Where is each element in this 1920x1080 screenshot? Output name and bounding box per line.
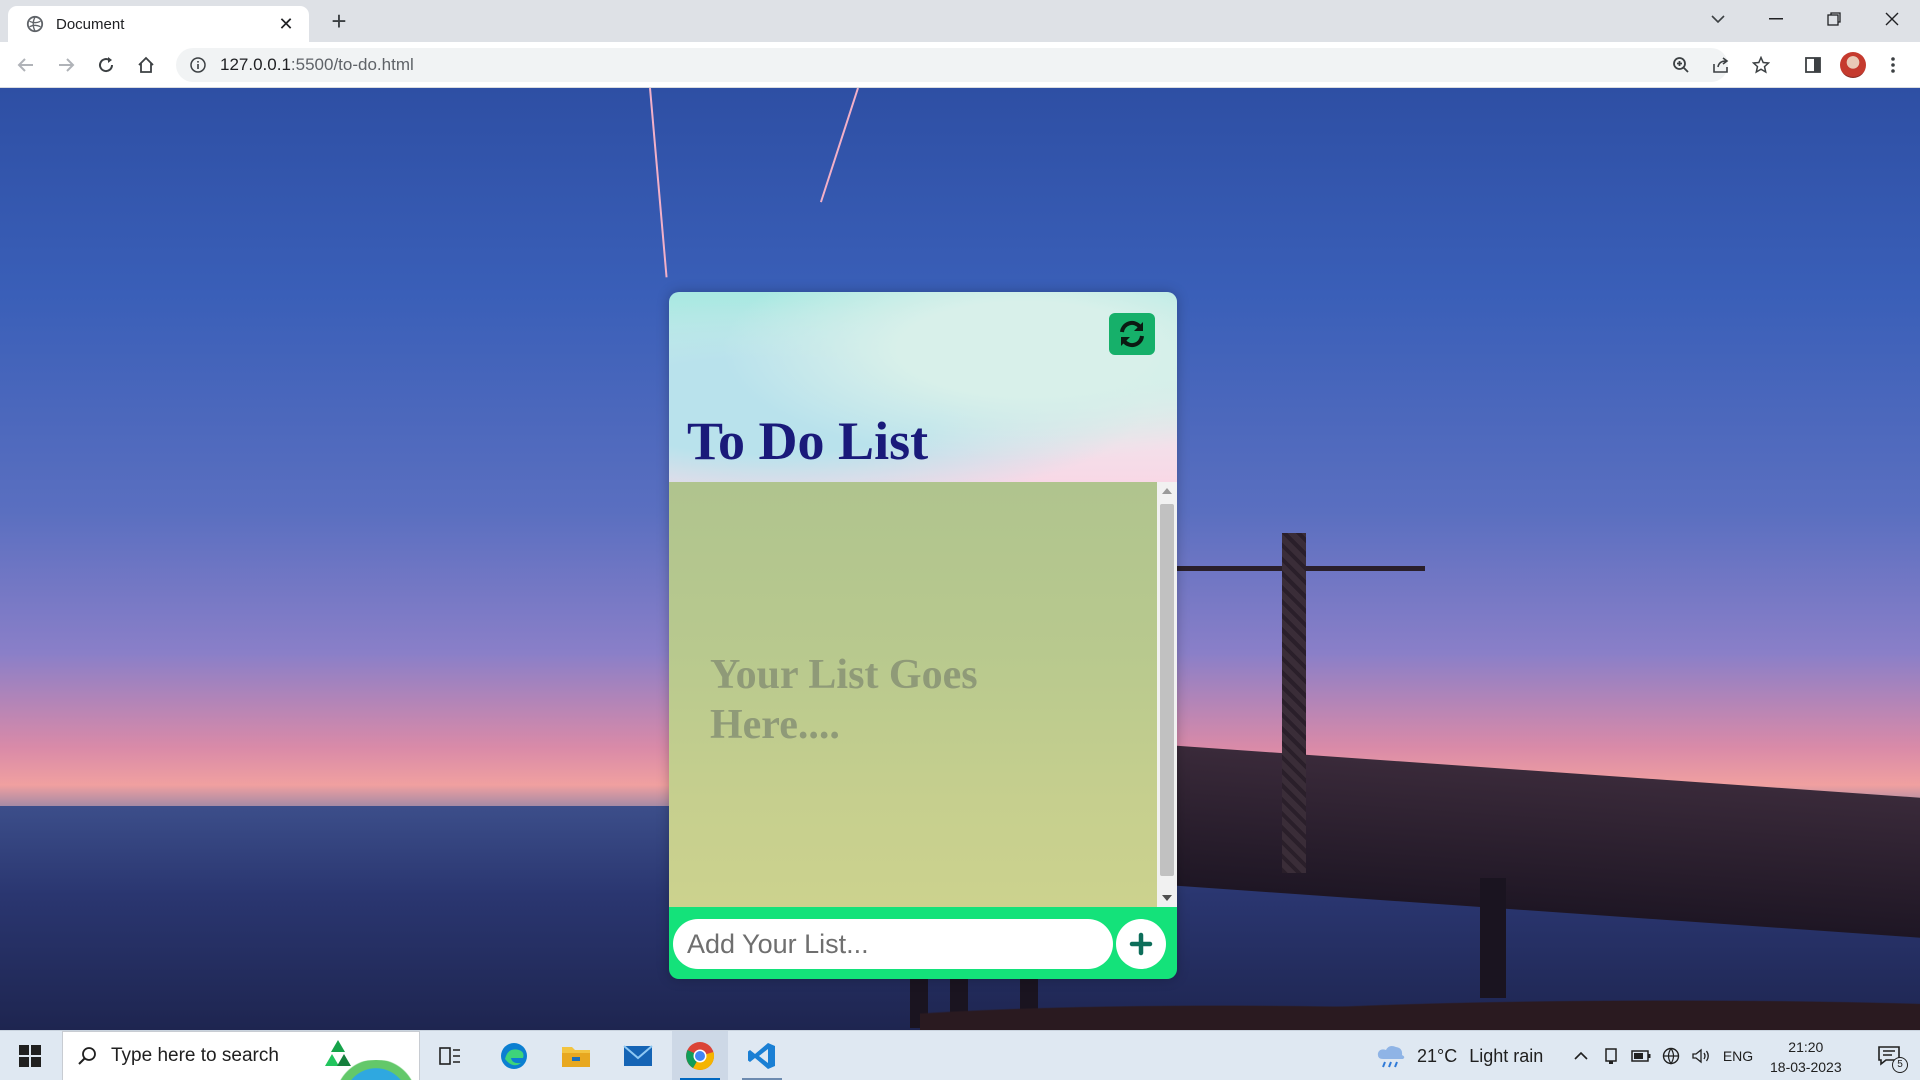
file-explorer-icon[interactable] xyxy=(552,1031,600,1080)
task-view-icon[interactable] xyxy=(428,1031,472,1080)
globe-icon xyxy=(26,15,44,33)
mail-icon[interactable] xyxy=(614,1031,662,1080)
bookmark-star-icon[interactable] xyxy=(1750,54,1772,76)
vscode-icon xyxy=(748,1043,775,1069)
url-text: 127.0.0.1:5500/to-do.html xyxy=(220,55,414,75)
url-host: 127.0.0.1 xyxy=(220,55,291,74)
scroll-down-arrow-icon[interactable] xyxy=(1162,895,1172,901)
taskbar: Type here to search 21°C Light rain ENG … xyxy=(0,1030,1920,1080)
close-window-button[interactable] xyxy=(1864,0,1920,38)
zoom-icon[interactable] xyxy=(1670,54,1692,76)
minimize-button[interactable] xyxy=(1748,0,1804,38)
page-title: To Do List xyxy=(687,411,929,471)
vscode-taskbar-button[interactable] xyxy=(734,1031,790,1080)
site-info-icon[interactable] xyxy=(190,57,206,73)
notification-badge: 5 xyxy=(1892,1057,1908,1073)
url-path: :5500/to-do.html xyxy=(290,55,414,74)
todo-card: To Do List Your List Goes Here.... xyxy=(669,292,1177,979)
rain-cloud-icon xyxy=(1377,1046,1405,1068)
address-bar[interactable]: 127.0.0.1:5500/to-do.html xyxy=(176,48,1728,82)
notification-center-button[interactable]: 5 xyxy=(1864,1031,1914,1080)
todo-list-area[interactable]: Your List Goes Here.... xyxy=(669,482,1177,907)
search-icon xyxy=(78,1047,96,1065)
device-icon[interactable] xyxy=(1598,1031,1624,1080)
add-item-input[interactable] xyxy=(673,919,1113,969)
contrail-decoration xyxy=(819,88,859,203)
clock-date: 18-03-2023 xyxy=(1770,1059,1842,1075)
network-globe-icon[interactable] xyxy=(1658,1031,1684,1080)
contrail-decoration xyxy=(649,88,668,278)
scroll-up-arrow-icon[interactable] xyxy=(1162,488,1172,494)
weather-temp: 21°C xyxy=(1417,1045,1458,1066)
refresh-button[interactable] xyxy=(1109,313,1155,355)
profile-avatar[interactable] xyxy=(1840,52,1866,78)
search-placeholder: Type here to search xyxy=(111,1045,279,1066)
back-arrow-icon[interactable] xyxy=(12,51,40,79)
share-icon[interactable] xyxy=(1710,54,1732,76)
list-scrollbar[interactable] xyxy=(1157,482,1177,907)
restore-button[interactable] xyxy=(1806,0,1862,38)
todo-header: To Do List xyxy=(669,292,1177,482)
taskbar-search[interactable]: Type here to search xyxy=(62,1031,420,1080)
add-item-bar xyxy=(669,907,1177,979)
browser-tabstrip: Document ✕ + xyxy=(0,0,1920,42)
home-icon[interactable] xyxy=(132,51,160,79)
tab-title: Document xyxy=(56,15,125,33)
side-panel-icon[interactable] xyxy=(1800,52,1826,78)
pier-leg xyxy=(1480,878,1506,998)
rocks-foreground xyxy=(920,988,1920,1030)
tray-chevron-up-icon[interactable] xyxy=(1568,1031,1594,1080)
battery-icon[interactable] xyxy=(1628,1031,1654,1080)
weather-desc: Light rain xyxy=(1469,1045,1544,1066)
tab-close-icon[interactable]: ✕ xyxy=(275,14,297,35)
tab-search-chevron-icon[interactable] xyxy=(1690,0,1746,38)
weather-widget[interactable]: 21°C Light rain xyxy=(1375,1031,1543,1080)
browser-tab[interactable]: Document ✕ xyxy=(8,6,309,42)
taskbar-clock[interactable]: 21:20 18-03-2023 xyxy=(1770,1037,1842,1077)
light-tower xyxy=(1282,533,1306,873)
volume-icon[interactable] xyxy=(1688,1031,1714,1080)
language-indicator[interactable]: ENG xyxy=(1718,1031,1758,1080)
clock-time: 21:20 xyxy=(1788,1039,1824,1055)
page-viewport: To Do List Your List Goes Here.... xyxy=(0,88,1920,1030)
plus-icon xyxy=(1129,932,1153,956)
reload-icon[interactable] xyxy=(92,51,120,79)
add-item-button[interactable] xyxy=(1116,919,1166,969)
browser-toolbar: 127.0.0.1:5500/to-do.html xyxy=(0,42,1920,88)
new-tab-button[interactable]: + xyxy=(325,8,353,36)
language-label: ENG xyxy=(1722,1048,1754,1064)
edge-browser-icon[interactable] xyxy=(490,1031,538,1080)
windows-logo-icon xyxy=(19,1045,41,1067)
empty-list-message: Your List Goes Here.... xyxy=(710,652,978,748)
refresh-icon xyxy=(1120,320,1144,348)
scroll-thumb[interactable] xyxy=(1160,504,1174,876)
chrome-icon xyxy=(686,1042,715,1070)
chrome-taskbar-button[interactable] xyxy=(672,1031,728,1080)
menu-kebab-icon[interactable] xyxy=(1880,52,1906,78)
forward-arrow-icon[interactable] xyxy=(52,51,80,79)
start-button[interactable] xyxy=(0,1031,60,1080)
